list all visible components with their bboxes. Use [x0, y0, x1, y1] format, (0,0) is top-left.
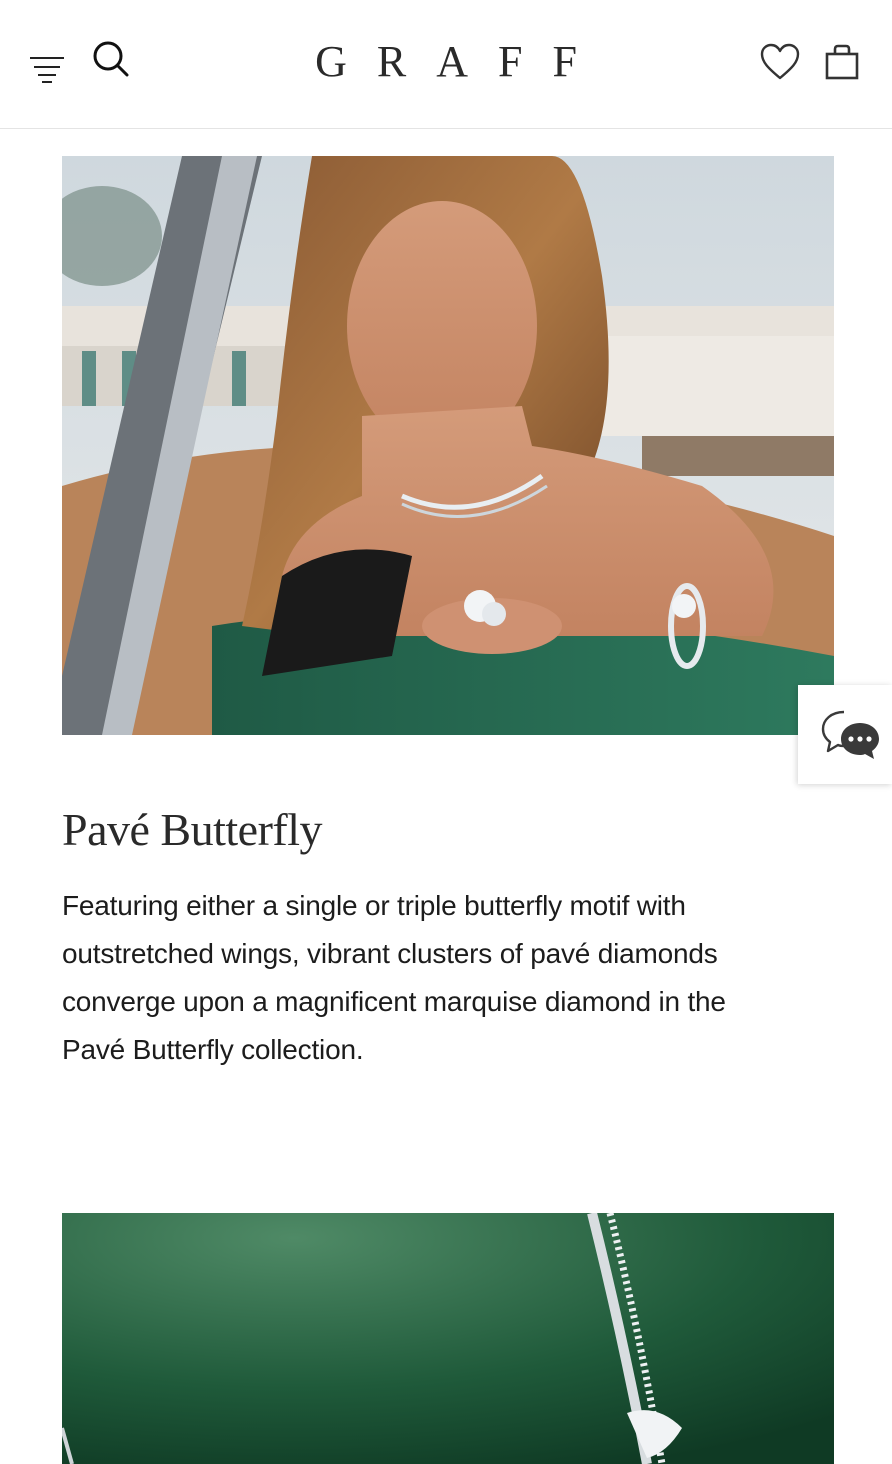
- chat-widget-button[interactable]: [798, 685, 892, 784]
- heart-icon[interactable]: [758, 42, 802, 82]
- site-header: GRAFF: [0, 0, 892, 129]
- product-image: [62, 1213, 834, 1464]
- hero-campaign-image: [62, 156, 834, 735]
- shopping-bag-icon[interactable]: [823, 42, 861, 82]
- collection-title: Pavé Butterfly: [62, 804, 323, 855]
- collection-description: Featuring either a single or triple butt…: [62, 890, 726, 1065]
- chat-bubbles-icon: [821, 710, 879, 759]
